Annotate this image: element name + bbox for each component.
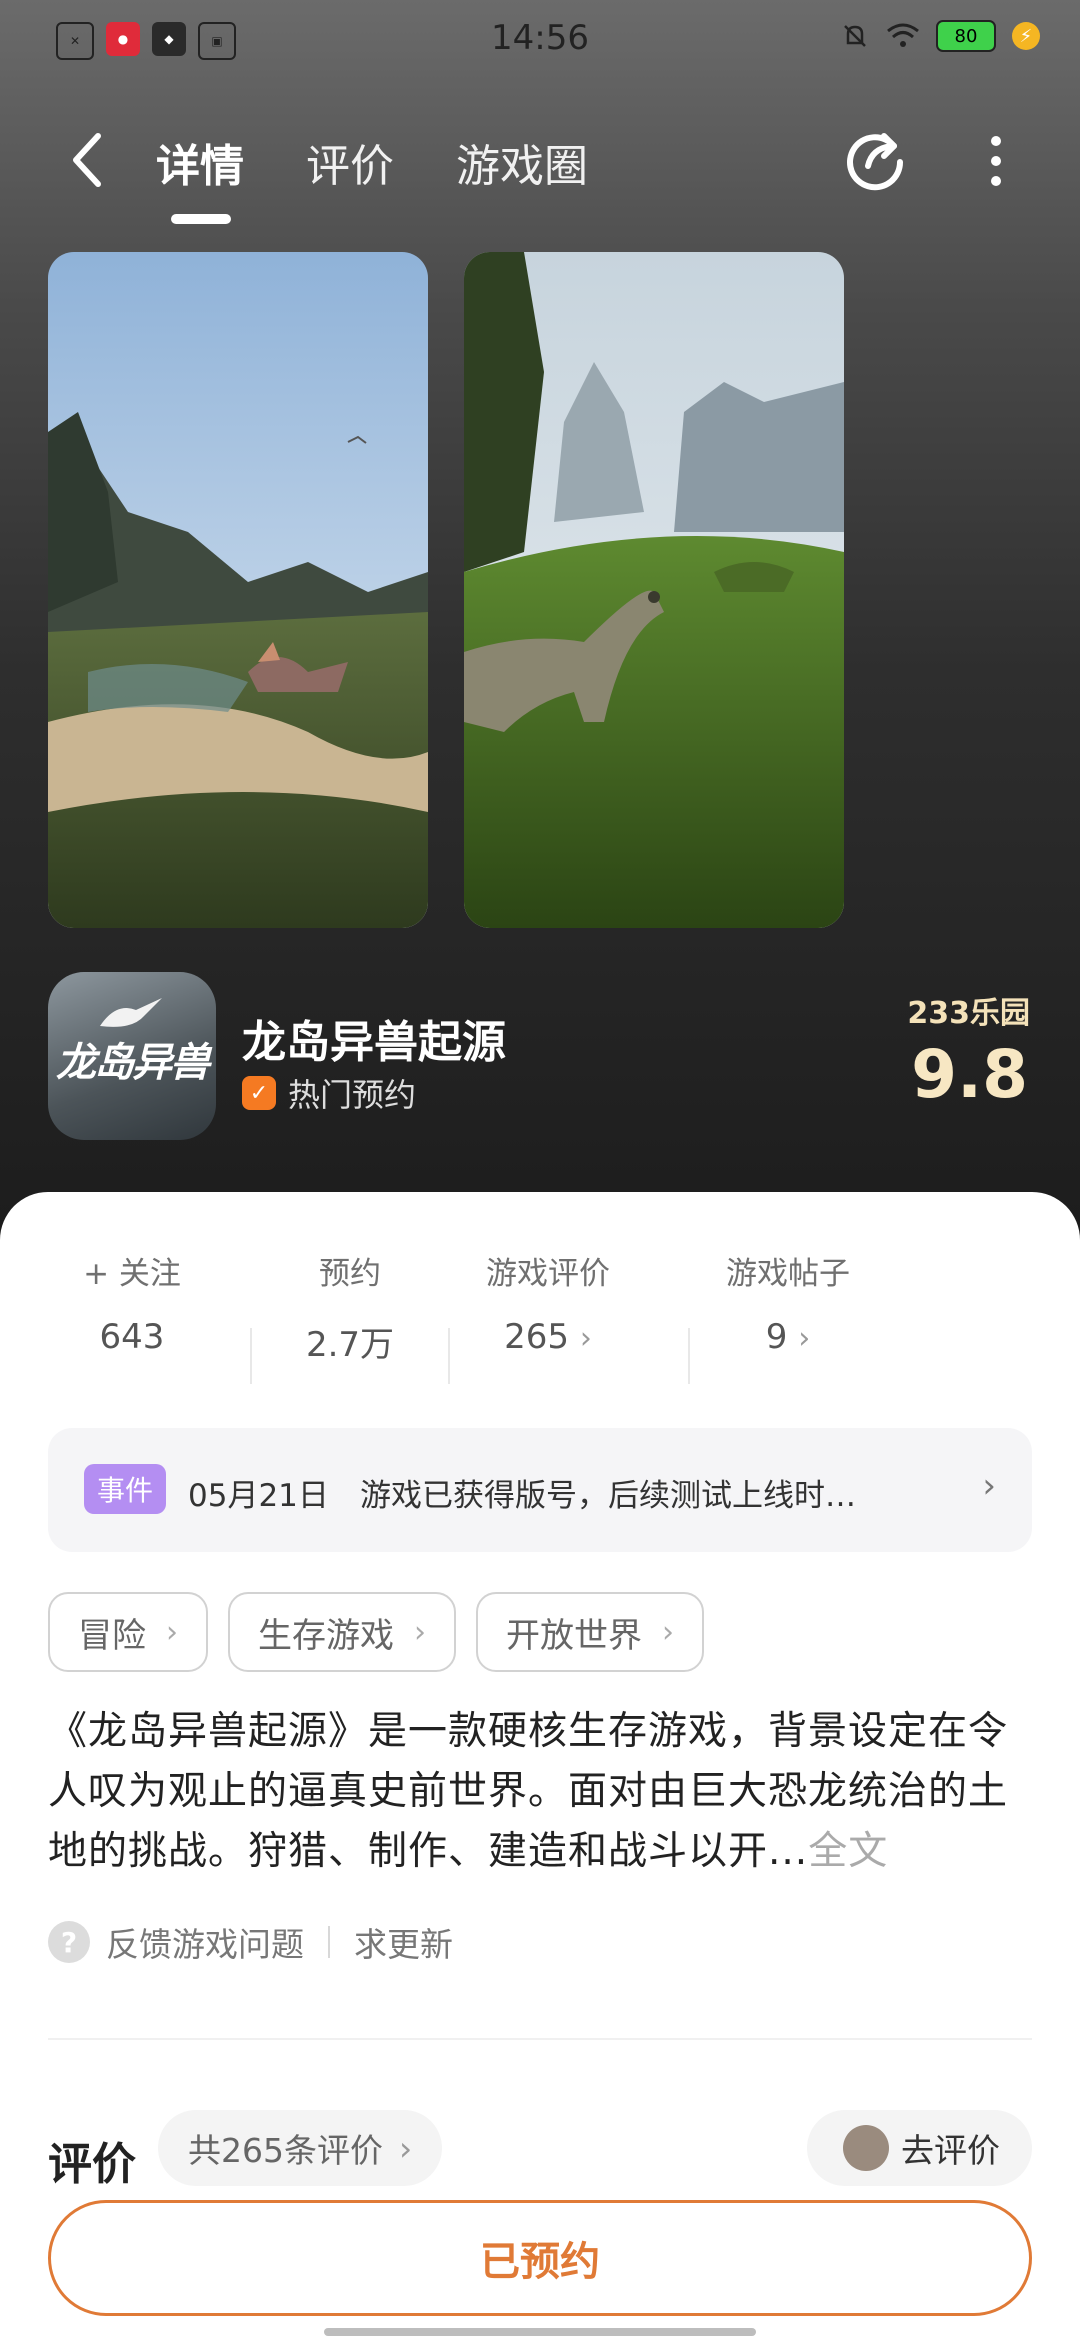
bottom-action-bar: 已预约 [0,2192,1080,2340]
tab-game-circle[interactable]: 游戏圈 [456,130,588,194]
chevron-right-icon: › [414,1614,426,1650]
read-more-link[interactable]: 全文 [808,1829,888,1874]
charging-icon: ⚡ [1012,22,1040,50]
stat-follow-label: + 关注 [83,1256,181,1292]
stat-posts-label: 游戏帖子 [726,1256,850,1292]
reserved-button[interactable]: 已预约 [48,2200,1032,2316]
home-indicator[interactable] [324,2328,756,2336]
tag-chip[interactable]: 冒险 › [48,1592,208,1672]
stat-follow[interactable]: + 关注 643 [32,1248,232,1357]
status-bar: ✕ ● ◆ ▣ 14:56 80 ⚡ [0,0,1080,84]
event-date: 05月21日 [188,1478,329,1514]
game-icon[interactable]: 龙岛异兽 [48,972,216,1140]
stat-posts[interactable]: 游戏帖子 9 › [688,1248,888,1357]
feedback-link[interactable]: 反馈游戏问题 [106,1918,304,1966]
tab-reviews[interactable]: 评价 [306,130,394,194]
event-tag: 事件 [84,1464,166,1514]
stats-row: + 关注 643 预约 2.7万 游戏评价 265 › 游戏帖子 9 › [0,1248,1080,1384]
hot-reserve-label: 热门预约 [288,1076,417,1114]
stat-reviews-value: 265 [504,1317,570,1357]
game-screenshot-2[interactable] [464,252,844,928]
active-tab-indicator [171,214,231,224]
wifi-icon [887,23,919,47]
event-banner[interactable]: 事件 05月21日 游戏已获得版号，后续测试上线时… › [48,1428,1032,1552]
share-icon[interactable] [842,124,912,194]
chevron-right-icon: › [166,1614,178,1650]
game-score: 9.8 [911,1036,1028,1113]
review-section-title: 评价 [48,2139,136,2190]
write-review-button[interactable]: 去评价 [807,2110,1032,2186]
top-nav: 详情 评价 游戏圈 [0,110,1080,224]
back-arrow-icon[interactable] [64,128,112,192]
hot-reserve-badge: ✓ 热门预约 [242,1070,416,1116]
review-count-button[interactable]: 共265条评价 › [158,2110,443,2186]
game-name: 龙岛异兽起源 [242,1017,506,1068]
detail-sheet: + 关注 643 预约 2.7万 游戏评价 265 › 游戏帖子 9 › 事件 … [0,1192,1080,2340]
chevron-right-icon: › [579,1321,592,1356]
tag-label: 生存游戏 [258,1615,394,1656]
tag-list: 冒险 › 生存游戏 › 开放世界 › [48,1592,704,1672]
hero-header: ✕ ● ◆ ▣ 14:56 80 ⚡ 详情 评价 游戏圈 龙岛异兽 龙岛异兽起源… [0,0,1080,1220]
stat-reserve-value: 2.7万 [305,1325,395,1365]
tag-chip[interactable]: 生存游戏 › [228,1592,456,1672]
game-description: 《龙岛异兽起源》是一款硬核生存游戏，背景设定在令人叹为观止的逼真史前世界。面对由… [48,1702,1032,1882]
game-screenshot-1[interactable] [48,252,428,928]
stat-posts-value: 9 [765,1317,788,1357]
calendar-check-icon: ✓ [242,1076,276,1110]
request-update-link[interactable]: 求更新 [354,1918,453,1966]
review-count-label: 共265条评价 [188,2131,383,2170]
avatar [843,2125,889,2171]
write-review-label: 去评价 [901,2131,1000,2170]
game-icon-logo: 龙岛异兽 [56,1040,210,1086]
stat-follow-value: 643 [99,1317,165,1357]
chevron-right-icon: › [982,1466,996,1506]
feedback-row: ? 反馈游戏问题 求更新 [48,1918,453,1966]
chevron-right-icon: › [399,2128,413,2168]
feedback-divider [328,1926,330,1958]
battery-indicator: 80 [936,20,996,52]
review-header: 评价 共265条评价 › 去评价 [48,2110,1032,2200]
tag-label: 冒险 [78,1615,146,1656]
tab-details[interactable]: 详情 [156,130,244,194]
stat-reviews-label: 游戏评价 [486,1256,610,1292]
tag-label: 开放世界 [506,1615,642,1656]
tag-chip[interactable]: 开放世界 › [476,1592,704,1672]
stat-reviews[interactable]: 游戏评价 265 › [448,1248,648,1357]
mute-bell-icon [844,25,866,47]
chevron-right-icon: › [662,1614,674,1650]
section-divider [48,2038,1032,2040]
chevron-right-icon: › [798,1321,811,1356]
stat-reserve: 预约 2.7万 [250,1248,450,1366]
status-right-icons: 80 ⚡ [840,20,1040,52]
event-text: 游戏已获得版号，后续测试上线时… [360,1478,856,1514]
stat-reserve-label: 预约 [319,1256,381,1292]
question-icon: ? [48,1921,90,1963]
platform-label: 233乐园 [907,996,1030,1031]
more-options-icon[interactable] [984,130,1008,194]
dinosaur-icon [100,998,162,1027]
